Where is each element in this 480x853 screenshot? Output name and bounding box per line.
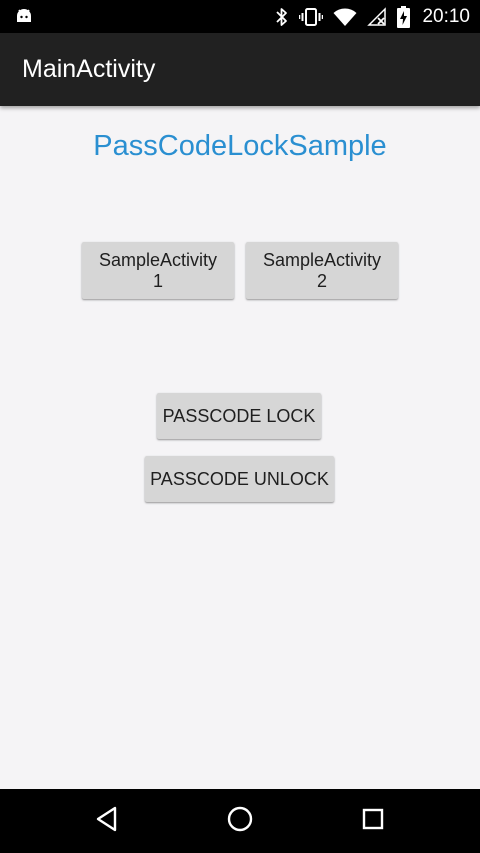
back-button[interactable] <box>67 789 147 853</box>
clock: 20:10 <box>422 5 470 27</box>
no-signal-icon <box>367 6 387 27</box>
page-heading: PassCodeLockSample <box>93 130 387 162</box>
phone-screen: 20:10 MainActivity PassCodeLockSample Sa… <box>0 0 480 853</box>
home-button[interactable] <box>200 789 280 853</box>
status-bar: 20:10 <box>0 0 480 33</box>
sample-activity-1-button[interactable]: SampleActivity 1 <box>82 242 234 299</box>
recents-button[interactable] <box>333 789 413 853</box>
android-icon <box>14 6 34 26</box>
main-content: PassCodeLockSample SampleActivity 1 Samp… <box>0 106 480 789</box>
passcode-lock-button[interactable]: PASSCODE LOCK <box>157 393 321 439</box>
app-title: MainActivity <box>22 55 156 83</box>
button-label-line1: SampleActivity <box>98 249 218 270</box>
home-icon <box>227 806 253 837</box>
app-bar: MainActivity <box>0 33 480 106</box>
bluetooth-icon <box>275 7 289 27</box>
wifi-icon <box>333 7 357 27</box>
passcode-unlock-button[interactable]: PASSCODE UNLOCK <box>145 456 334 502</box>
recents-icon <box>362 808 384 835</box>
button-label-line1: SampleActivity <box>262 249 382 270</box>
button-label-line2: 1 <box>152 270 163 291</box>
sample-activity-2-button[interactable]: SampleActivity 2 <box>246 242 398 299</box>
back-icon <box>95 806 119 837</box>
vibrate-icon <box>299 7 324 27</box>
button-label-line2: 2 <box>316 270 327 291</box>
navigation-bar <box>0 789 480 853</box>
battery-charging-icon <box>397 5 411 28</box>
